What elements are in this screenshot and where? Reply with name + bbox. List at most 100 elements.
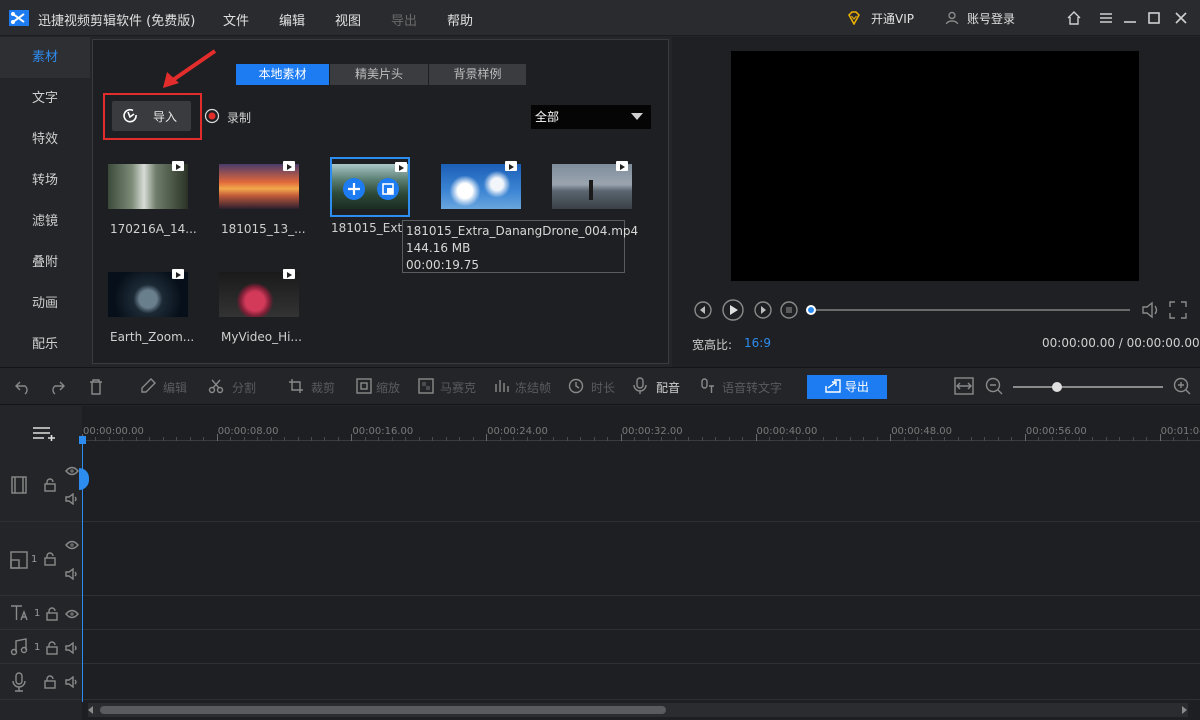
- ruler-minor-tick: [1173, 437, 1175, 441]
- nav-material[interactable]: 素材: [0, 37, 90, 78]
- nav-text[interactable]: 文字: [0, 78, 90, 119]
- app-title: 迅捷视频剪辑软件 (免费版): [38, 14, 196, 29]
- ruler-minor-tick: [405, 437, 407, 441]
- add-track-icon[interactable]: [32, 426, 56, 442]
- voice-track[interactable]: [0, 664, 1200, 700]
- undo-icon[interactable]: [14, 378, 32, 396]
- vip-link[interactable]: 开通VIP: [871, 10, 914, 27]
- zoom-out-icon[interactable]: [985, 377, 1003, 395]
- prev-frame-icon[interactable]: [694, 301, 712, 319]
- home-icon[interactable]: [1065, 9, 1083, 27]
- next-frame-icon[interactable]: [754, 301, 772, 319]
- scroll-right-icon[interactable]: [1181, 706, 1187, 714]
- speaker-icon[interactable]: [65, 568, 79, 580]
- fullscreen-icon[interactable]: [1168, 300, 1188, 320]
- minimize-icon[interactable]: [1121, 9, 1139, 27]
- add-to-timeline-icon[interactable]: [342, 177, 366, 201]
- video-track[interactable]: [0, 448, 1200, 522]
- menu-view[interactable]: 视图: [335, 10, 361, 29]
- menu-edit[interactable]: 编辑: [279, 10, 305, 29]
- nav-animation[interactable]: 动画: [0, 283, 90, 324]
- duration-icon: [568, 378, 584, 394]
- ruler-tick-label: 00:00:56.00: [1025, 426, 1087, 437]
- tool-mosaic[interactable]: 马赛克: [440, 379, 476, 396]
- music-track[interactable]: [0, 630, 1200, 664]
- delete-icon[interactable]: [88, 378, 104, 396]
- volume-icon[interactable]: [1140, 300, 1162, 320]
- eye-icon[interactable]: [65, 466, 79, 476]
- fit-timeline-icon[interactable]: [954, 377, 974, 395]
- zoom-slider-handle[interactable]: [1052, 382, 1062, 392]
- nav-filters[interactable]: 滤镜: [0, 201, 90, 242]
- text-track[interactable]: [0, 596, 1200, 630]
- import-button[interactable]: 导入: [112, 101, 191, 131]
- scroll-left-icon[interactable]: [88, 706, 94, 714]
- nav-transitions[interactable]: 转场: [0, 160, 90, 201]
- record-icon[interactable]: [204, 108, 220, 124]
- video-badge-icon: [172, 269, 184, 279]
- tool-duration[interactable]: 时长: [591, 379, 615, 396]
- lock-icon[interactable]: [44, 675, 56, 689]
- speaker-icon[interactable]: [65, 676, 79, 688]
- add-to-pip-icon[interactable]: [376, 177, 400, 201]
- maximize-icon[interactable]: [1145, 9, 1163, 27]
- tool-speech-to-text[interactable]: 语音转文字: [722, 379, 782, 396]
- play-icon[interactable]: [722, 299, 744, 321]
- menu-export[interactable]: 导出: [391, 10, 417, 29]
- ruler-baseline: [82, 440, 1200, 441]
- export-button[interactable]: 导出: [807, 375, 887, 399]
- nav-effects[interactable]: 特效: [0, 119, 90, 160]
- eye-icon[interactable]: [65, 609, 79, 619]
- tab-backgrounds[interactable]: 背景样例: [429, 64, 526, 85]
- time-ruler[interactable]: 00:00:00.00 00:00:08.00 00:00:16.00 00:00:2…: [82, 406, 1200, 446]
- close-icon[interactable]: [1172, 9, 1190, 27]
- media-item[interactable]: MyVideo_Hi...: [219, 269, 311, 344]
- tool-dubbing[interactable]: 配音: [656, 379, 680, 396]
- media-item[interactable]: 170216A_14...: [108, 161, 200, 236]
- timeline-scrollbar[interactable]: [88, 703, 1188, 717]
- aspect-ratio-value[interactable]: 16:9: [744, 336, 771, 350]
- menu-file[interactable]: 文件: [223, 10, 249, 29]
- lock-icon[interactable]: [44, 478, 56, 492]
- tool-zoom[interactable]: 缩放: [376, 379, 400, 396]
- ruler-minor-tick: [108, 437, 110, 441]
- tab-local-media[interactable]: 本地素材: [236, 64, 329, 85]
- tool-edit[interactable]: 编辑: [163, 379, 187, 396]
- lock-icon[interactable]: [44, 552, 56, 566]
- nav-music[interactable]: 配乐: [0, 324, 90, 365]
- media-item[interactable]: Earth_Zoom...: [108, 269, 200, 344]
- ruler-minor-tick: [122, 437, 124, 441]
- eye-icon[interactable]: [65, 540, 79, 550]
- ruler-minor-tick: [674, 437, 676, 441]
- tool-split[interactable]: 分割: [232, 379, 256, 396]
- settings-menu-icon[interactable]: [1097, 9, 1115, 27]
- ruler-minor-tick: [688, 437, 690, 441]
- tab-intros[interactable]: 精美片头: [330, 64, 428, 85]
- menu-help[interactable]: 帮助: [447, 10, 473, 29]
- lock-icon[interactable]: [46, 641, 58, 655]
- lock-icon[interactable]: [46, 607, 58, 621]
- media-item[interactable]: [552, 161, 632, 209]
- stop-icon[interactable]: [780, 301, 798, 319]
- media-item[interactable]: 181015_13_...: [219, 161, 311, 236]
- redo-icon[interactable]: [48, 378, 66, 396]
- pip-track[interactable]: [0, 522, 1200, 596]
- media-item-selected[interactable]: 181015_Extr: [330, 157, 410, 235]
- playhead-cap[interactable]: [79, 436, 86, 444]
- speaker-icon[interactable]: [65, 642, 79, 654]
- playback-seek-handle[interactable]: [806, 305, 816, 315]
- tool-crop[interactable]: 裁剪: [311, 379, 335, 396]
- nav-overlays[interactable]: 叠附: [0, 242, 90, 283]
- record-label[interactable]: 录制: [227, 109, 251, 126]
- playback-progress-bar[interactable]: [810, 309, 1130, 311]
- zoom-in-icon[interactable]: [1173, 377, 1191, 395]
- zoom-slider-track[interactable]: [1013, 386, 1163, 388]
- scrollbar-thumb[interactable]: [100, 706, 666, 714]
- media-item-name: 170216A_14...: [110, 222, 197, 236]
- media-item[interactable]: [441, 161, 533, 222]
- tool-freeze-frame[interactable]: 冻结帧: [515, 379, 551, 396]
- filter-select[interactable]: 全部: [531, 105, 651, 129]
- login-link[interactable]: 账号登录: [967, 10, 1015, 27]
- category-nav: 素材 文字 特效 转场 滤镜 叠附 动画 配乐: [0, 37, 90, 367]
- speaker-icon[interactable]: [65, 493, 79, 505]
